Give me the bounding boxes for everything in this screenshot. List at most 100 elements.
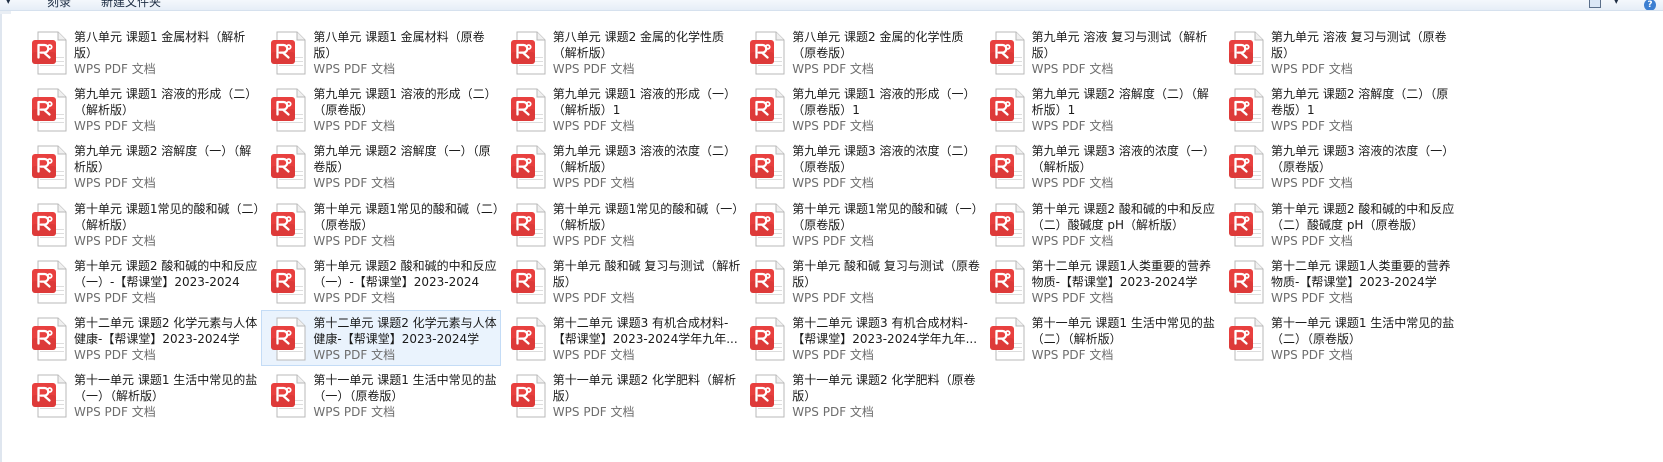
wps-pdf-file-icon [271,203,306,247]
file-name: 第十二单元 课题2 化学元素与人体健康-【帮课堂】2023-2024学年... [313,316,497,346]
view-options-dropdown[interactable]: ▾ [1614,0,1619,10]
file-name: 第九单元 课题1 溶液的形成（一）（原卷版）1 [792,87,976,118]
organize-dropdown-arrow[interactable]: ▾ [6,0,20,10]
file-item[interactable]: 第九单元 课题2 溶解度（二）（解析版）1 WPS PDF 文档 [980,81,1220,137]
file-name: 第九单元 课题1 溶液的形成（二）（原卷版） [313,87,497,118]
file-item[interactable]: 第十一单元 课题1 生活中常见的盐（二）（原卷版） WPS PDF 文档 [1219,310,1459,366]
file-item[interactable]: 第十二单元 课题1人类重要的营养物质-【帮课堂】2023-2024学年... W… [980,253,1220,309]
file-item[interactable]: 第十单元 课题2 酸和碱的中和反应（二）酸碱度 pH（原卷版） WPS PDF … [1219,196,1459,252]
file-name: 第十二单元 课题3 有机合成材料-【帮课堂】2023-2024学年九年... [552,316,738,346]
file-item[interactable]: 第九单元 课题1 溶液的形成（一）（原卷版）1 WPS PDF 文档 [740,81,980,137]
file-item[interactable]: 第九单元 课题1 溶液的形成（二）（原卷版） WPS PDF 文档 [261,81,501,137]
file-item[interactable]: 第九单元 课题2 溶解度（一）（原卷版） WPS PDF 文档 [261,138,501,194]
file-list-view[interactable]: 第八单元 课题1 金属材料（解析版） WPS PDF 文档 第八单元 课题1 金… [0,11,1663,462]
file-item[interactable]: 第十单元 酸和碱 复习与测试（原卷版） WPS PDF 文档 [740,253,980,309]
wps-pdf-file-icon [510,145,546,189]
wps-pdf-file-icon [32,88,67,132]
file-item[interactable]: 第八单元 课题2 金属的化学性质（原卷版） WPS PDF 文档 [740,24,980,80]
burn-button[interactable]: 刻录 [47,0,71,10]
file-item[interactable]: 第十二单元 课题1人类重要的营养物质-【帮课堂】2023-2024学年... W… [1219,253,1459,309]
file-name: 第十一单元 课题2 化学肥料（原卷版） [792,373,976,404]
file-item[interactable]: 第十一单元 课题2 化学肥料（解析版） WPS PDF 文档 [501,367,741,423]
file-name: 第十单元 课题2 酸和碱的中和反应（二）酸碱度 pH（原卷版） [1271,201,1455,232]
file-item[interactable]: 第八单元 课题1 金属材料（解析版） WPS PDF 文档 [22,24,262,80]
file-name: 第九单元 课题2 溶解度（二）（原卷版）1 [1271,87,1449,118]
file-item[interactable]: 第十单元 课题1常见的酸和碱（一）（原卷版） WPS PDF 文档 [740,196,980,252]
wps-pdf-file-icon [989,145,1025,189]
file-type: WPS PDF 文档 [552,176,635,191]
wps-pdf-file-icon [510,31,546,75]
wps-pdf-file-icon [750,31,785,75]
file-name: 第十单元 课题1常见的酸和碱（二）（原卷版） [313,201,499,232]
file-item[interactable]: 第九单元 课题3 溶液的浓度（二）（解析版） WPS PDF 文档 [501,138,741,194]
navigation-pane-edge [0,11,2,462]
view-options-icon[interactable] [1587,0,1609,10]
file-name: 第九单元 溶液 复习与测试（解析版） [1031,30,1208,60]
file-item[interactable]: 第九单元 课题1 溶液的形成（一）（解析版）1 WPS PDF 文档 [501,81,741,137]
new-folder-button[interactable]: 新建文件夹 [101,0,161,10]
file-name: 第九单元 课题3 溶液的浓度（一）（解析版） [1031,144,1215,175]
file-type: WPS PDF 文档 [1271,233,1353,248]
file-item[interactable]: 第十单元 课题2 酸和碱的中和反应（一）-【帮课堂】2023-2024学... … [22,253,262,309]
wps-pdf-file-icon [750,374,785,418]
file-name: 第九单元 课题1 溶液的形成（一）（解析版）1 [552,87,737,118]
file-name: 第十单元 酸和碱 复习与测试（原卷版） [792,258,980,289]
file-item[interactable]: 第十一单元 课题2 化学肥料（原卷版） WPS PDF 文档 [740,367,980,423]
file-item[interactable]: 第十单元 酸和碱 复习与测试（解析版） WPS PDF 文档 [501,253,741,309]
file-name: 第八单元 课题2 金属的化学性质（原卷版） [792,30,964,60]
file-type: WPS PDF 文档 [1031,233,1114,248]
file-name: 第九单元 课题2 溶解度（二）（解析版）1 [1031,87,1209,118]
file-item[interactable]: 第九单元 课题3 溶液的浓度（二）（原卷版） WPS PDF 文档 [740,138,980,194]
file-name: 第十一单元 课题1 生活中常见的盐（二）（原卷版） [1271,316,1455,346]
file-item[interactable]: 第十一单元 课题1 生活中常见的盐（一）（解析版） WPS PDF 文档 [22,367,262,423]
file-item[interactable]: 第九单元 溶液 复习与测试（解析版） WPS PDF 文档 [980,24,1220,80]
file-item[interactable]: 第九单元 课题1 溶液的形成（二）（解析版） WPS PDF 文档 [22,81,262,137]
file-item[interactable]: 第九单元 课题2 溶解度（二）（原卷版）1 WPS PDF 文档 [1219,81,1459,137]
wps-pdf-file-icon [989,260,1025,304]
wps-pdf-file-icon [989,88,1025,132]
file-type: WPS PDF 文档 [1271,176,1353,191]
file-item[interactable]: 第八单元 课题2 金属的化学性质（解析版） WPS PDF 文档 [501,24,741,80]
file-item[interactable]: 第九单元 溶液 复习与测试（原卷版） WPS PDF 文档 [1219,24,1459,80]
file-item[interactable]: 第十一单元 课题1 生活中常见的盐（二）（解析版） WPS PDF 文档 [980,310,1220,366]
wps-pdf-file-icon [989,31,1025,75]
wps-pdf-file-icon [32,374,67,418]
file-item[interactable]: 第十单元 课题1常见的酸和碱（二）（原卷版） WPS PDF 文档 [261,196,501,252]
file-name: 第九单元 课题2 溶解度（一）（解析版） [74,144,252,175]
file-name: 第十单元 课题1常见的酸和碱（一）（解析版） [552,201,739,232]
file-type: WPS PDF 文档 [1271,348,1353,362]
wps-pdf-file-icon [1229,203,1264,247]
file-name: 第九单元 课题1 溶液的形成（二）（解析版） [74,87,258,118]
file-item[interactable]: 第十二单元 课题3 有机合成材料-【帮课堂】2023-2024学年九年... W… [740,310,980,366]
file-item[interactable]: 第九单元 课题3 溶液的浓度（一）（原卷版） WPS PDF 文档 [1219,138,1459,194]
wps-pdf-file-icon [1229,145,1264,189]
view-grid-glyph [1589,0,1601,8]
file-item[interactable]: 第十单元 课题1常见的酸和碱（二）（解析版） WPS PDF 文档 [22,196,262,252]
file-type: WPS PDF 文档 [74,290,156,305]
file-item[interactable]: 第十二单元 课题3 有机合成材料-【帮课堂】2023-2024学年九年... W… [501,310,741,366]
file-type: WPS PDF 文档 [792,290,874,305]
help-icon[interactable]: ? [1644,0,1657,10]
file-item[interactable]: 第八单元 课题1 金属材料（原卷版） WPS PDF 文档 [261,24,501,80]
file-item[interactable]: 第九单元 课题2 溶解度（一）（解析版） WPS PDF 文档 [22,138,262,194]
file-item[interactable]: 第十二单元 课题2 化学元素与人体健康-【帮课堂】2023-2024学年... … [22,310,262,366]
file-name: 第十二单元 课题1人类重要的营养物质-【帮课堂】2023-2024学年... [1031,258,1212,289]
file-item[interactable]: 第十单元 课题1常见的酸和碱（一）（解析版） WPS PDF 文档 [501,196,741,252]
file-item[interactable]: 第九单元 课题3 溶液的浓度（一）（解析版） WPS PDF 文档 [980,138,1220,194]
file-type: WPS PDF 文档 [1271,62,1353,76]
wps-pdf-file-icon [1229,260,1264,304]
file-name: 第九单元 课题2 溶解度（一）（原卷版） [313,144,491,175]
file-type: WPS PDF 文档 [313,119,396,134]
file-item[interactable]: 第十二单元 课题2 化学元素与人体健康-【帮课堂】2023-2024学年... … [261,310,502,366]
file-type: WPS PDF 文档 [74,119,156,134]
file-item[interactable]: 第十单元 课题2 酸和碱的中和反应（二）酸碱度 pH（解析版） WPS PDF … [980,196,1220,252]
wps-pdf-file-icon [271,88,306,132]
wps-pdf-file-icon [32,203,67,247]
file-item[interactable]: 第十一单元 课题1 生活中常见的盐（一）（原卷版） WPS PDF 文档 [261,367,501,423]
file-type: WPS PDF 文档 [792,62,874,76]
file-item[interactable]: 第十单元 课题2 酸和碱的中和反应（一）-【帮课堂】2023-2024学... … [261,253,501,309]
wps-pdf-file-icon [271,31,306,75]
file-type: WPS PDF 文档 [1271,290,1353,305]
file-name: 第九单元 课题3 溶液的浓度（二）（原卷版） [792,144,976,175]
file-type: WPS PDF 文档 [74,233,156,248]
